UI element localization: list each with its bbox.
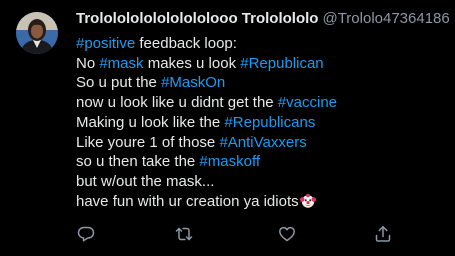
tweet-line-9: have fun with ur creation ya idiots	[76, 192, 451, 212]
display-name[interactable]: Trolololololololololooo Trololololo	[76, 10, 318, 27]
avatar-image	[16, 12, 58, 54]
hashtag-link[interactable]: #MaskOn	[161, 74, 225, 91]
share-icon	[375, 226, 391, 242]
retweet-button[interactable]	[174, 224, 194, 244]
tweet-text-segment: Making u look like the	[76, 113, 225, 131]
tweet-text: #positive feedback loop: No #mask makes …	[76, 34, 451, 211]
clown-face-icon	[299, 193, 316, 209]
reply-button[interactable]	[76, 224, 96, 244]
tweet-text-segment: No	[76, 54, 100, 72]
like-icon	[279, 226, 295, 242]
tweet: Trolololololololololooo Trololololo @Trol…	[0, 0, 455, 256]
tweet-actions	[76, 224, 446, 244]
tweet-header: Trolololololololololooo Trololololo @Trol…	[76, 9, 449, 31]
user-handle[interactable]: @Trololo47364186	[322, 10, 449, 27]
hashtag-link[interactable]: #vaccine	[278, 94, 337, 111]
hashtag-link[interactable]: #Republicans	[224, 114, 315, 131]
tweet-line-8: but w/out the mask...	[76, 172, 451, 192]
tweet-line-5: Making u look like the #Republicans	[76, 113, 451, 133]
hashtag-link[interactable]: #Republican	[240, 55, 323, 72]
hashtag-link[interactable]: #AntiVaxxers	[219, 134, 306, 151]
tweet-line-7: so u then take the #maskoff	[76, 152, 451, 172]
tweet-line-2: No #mask makes u look #Republican	[76, 54, 451, 74]
hashtag-link[interactable]: #mask	[99, 55, 143, 72]
retweet-icon	[175, 227, 193, 241]
tweet-text-segment: but w/out the mask...	[76, 172, 215, 190]
tweet-text-segment: makes u look	[143, 54, 241, 72]
tweet-text-segment: now u look like u didnt get the	[76, 94, 278, 112]
like-button[interactable]	[277, 224, 297, 244]
share-button[interactable]	[373, 224, 393, 244]
tweet-text-segment: have fun with ur creation ya idiots	[76, 192, 299, 210]
hashtag-link[interactable]: #positive	[76, 35, 135, 52]
reply-icon	[77, 226, 95, 242]
avatar[interactable]	[16, 12, 58, 54]
tweet-text-segment: Like youre 1 of those	[76, 133, 220, 151]
tweet-line-6: Like youre 1 of those #AntiVaxxers	[76, 133, 451, 153]
tweet-line-4: now u look like u didnt get the #vaccine	[76, 93, 451, 113]
tweet-text-segment: so u then take the	[76, 153, 200, 171]
tweet-text-segment: So u put the	[76, 74, 162, 92]
hashtag-link[interactable]: #maskoff	[199, 153, 260, 170]
tweet-text-segment: feedback loop:	[135, 35, 237, 52]
tweet-line-1: #positive feedback loop:	[76, 34, 451, 54]
tweet-line-3: So u put the #MaskOn	[76, 73, 451, 93]
